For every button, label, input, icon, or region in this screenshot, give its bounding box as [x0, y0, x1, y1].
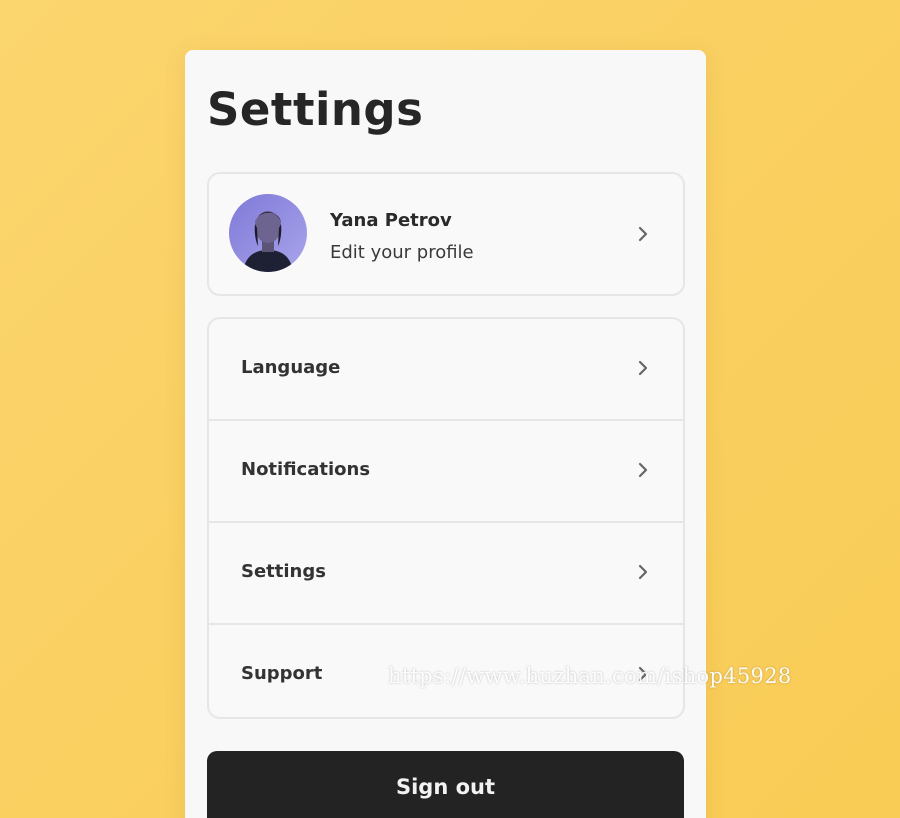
chevron-right-icon: [637, 226, 649, 242]
menu-item-language[interactable]: Language: [209, 319, 683, 421]
profile-edit-subtitle: Edit your profile: [330, 242, 474, 263]
watermark-text: https://www.huzhan.com/ishop45928: [388, 664, 792, 688]
menu-item-settings[interactable]: Settings: [209, 523, 683, 625]
menu-item-label: Support: [241, 663, 323, 684]
menu-item-notifications[interactable]: Notifications: [209, 421, 683, 523]
profile-name: Yana Petrov: [330, 210, 452, 231]
menu-item-label: Settings: [241, 561, 326, 582]
settings-menu: Language Notifications Settings Support: [207, 317, 685, 719]
menu-item-label: Notifications: [241, 459, 371, 480]
settings-panel: Settings Yana Petrov Edit your profile L…: [185, 50, 706, 818]
avatar[interactable]: [229, 194, 307, 272]
sign-out-button[interactable]: Sign out: [207, 751, 684, 818]
chevron-right-icon: [637, 564, 649, 580]
chevron-right-icon: [637, 360, 649, 376]
page-title: Settings: [207, 83, 424, 136]
chevron-right-icon: [637, 462, 649, 478]
menu-item-label: Language: [241, 357, 341, 378]
profile-card[interactable]: Yana Petrov Edit your profile: [207, 172, 685, 296]
